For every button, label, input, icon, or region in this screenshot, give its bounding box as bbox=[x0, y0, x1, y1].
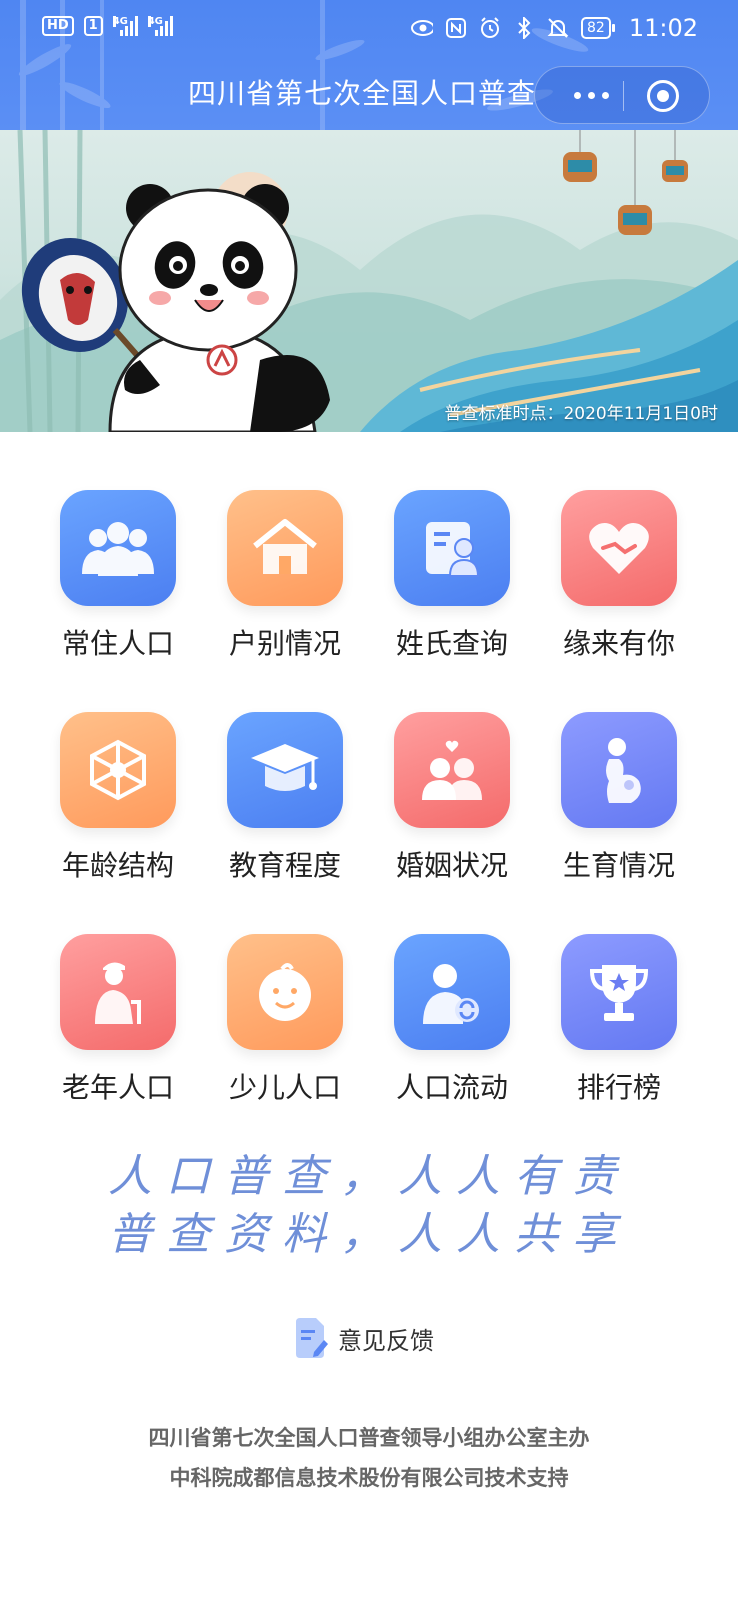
banner-illustration bbox=[0, 130, 738, 432]
baby-face-icon bbox=[227, 934, 343, 1050]
grid-item-children-population[interactable]: 少儿人口 bbox=[215, 934, 355, 1104]
grid-item-matchmaking[interactable]: 缘来有你 bbox=[549, 490, 689, 660]
clock: 11:02 bbox=[628, 14, 698, 42]
grid-item-elderly-population[interactable]: 老年人口 bbox=[48, 934, 188, 1104]
couple-icon bbox=[394, 712, 510, 828]
sichuan-opera-masks bbox=[563, 130, 688, 235]
trophy-icon bbox=[561, 934, 677, 1050]
nfc-icon bbox=[445, 17, 467, 39]
mute-icon bbox=[547, 17, 569, 39]
grid-item-label: 教育程度 bbox=[228, 849, 341, 882]
grid-item-marital-status[interactable]: 婚姻状况 bbox=[382, 712, 522, 882]
grid-item-label: 常住人口 bbox=[61, 627, 174, 660]
page-title: 四川省第七次全国人口普查 bbox=[188, 77, 537, 110]
grid-item-label: 缘来有你 bbox=[562, 627, 675, 660]
sim-badge: 1 bbox=[83, 16, 103, 36]
pregnant-icon bbox=[561, 712, 677, 828]
more-icon[interactable] bbox=[561, 77, 621, 113]
heart-hands-icon bbox=[561, 490, 677, 606]
hero-banner: 普查标准时点：2020年11月1日0时 bbox=[0, 130, 738, 432]
grid-item-age-structure[interactable]: 年龄结构 bbox=[48, 712, 188, 882]
grid-item-resident-population[interactable]: 常住人口 bbox=[48, 490, 188, 660]
house-icon bbox=[227, 490, 343, 606]
grid-item-label: 人口流动 bbox=[395, 1071, 508, 1104]
people-group-icon bbox=[60, 490, 176, 606]
feedback-label: 意见反馈 bbox=[338, 1326, 434, 1355]
grid-item-household[interactable]: 户别情况 bbox=[215, 490, 355, 660]
grid-item-population-mobility[interactable]: 人口流动 bbox=[382, 934, 522, 1104]
grid-item-fertility[interactable]: 生育情况 bbox=[549, 712, 689, 882]
id-card-icon bbox=[394, 490, 510, 606]
grid-item-label: 年龄结构 bbox=[61, 849, 174, 882]
grid-item-label: 户别情况 bbox=[228, 627, 341, 660]
status-bar: HD 1 4G 4G 82 11:02 bbox=[0, 8, 738, 48]
census-slogan: 人口普查，人人有责 普查资料，人人共享 bbox=[0, 1148, 738, 1264]
slogan-line: 人口普查，人人有责 bbox=[108, 1151, 630, 1202]
elderly-icon bbox=[60, 934, 176, 1050]
miniprogram-capsule bbox=[534, 66, 710, 124]
network-icon bbox=[60, 712, 176, 828]
grid-item-surname-search[interactable]: 姓氏查询 bbox=[382, 490, 522, 660]
person-sync-icon bbox=[394, 934, 510, 1050]
feedback-link[interactable]: 意见反馈 bbox=[294, 1316, 434, 1360]
grid-item-label: 老年人口 bbox=[61, 1071, 174, 1104]
capsule-divider bbox=[623, 81, 624, 111]
footer-credits: 四川省第七次全国人口普查领导小组办公室主办 中科院成都信息技术股份有限公司技术支… bbox=[0, 1418, 738, 1498]
graduation-cap-icon bbox=[227, 712, 343, 828]
network-type-label: 4G bbox=[112, 16, 128, 27]
grid-item-label: 生育情况 bbox=[562, 849, 675, 882]
signal-icon: 4G bbox=[112, 16, 138, 36]
grid-item-label: 少儿人口 bbox=[228, 1071, 341, 1104]
grid-item-label: 姓氏查询 bbox=[395, 627, 508, 660]
hd-badge: HD bbox=[42, 16, 74, 36]
network-type-label: 4G bbox=[147, 16, 163, 27]
close-target-icon[interactable] bbox=[647, 80, 679, 112]
grid-item-label: 排行榜 bbox=[576, 1071, 661, 1104]
signal-icon: 4G bbox=[147, 16, 173, 36]
app-header: HD 1 4G 4G 82 11:02 四川省第七次全国人口普查 bbox=[0, 0, 738, 130]
eye-icon bbox=[411, 17, 433, 39]
bluetooth-icon bbox=[513, 17, 535, 39]
grid-item-rankings[interactable]: 排行榜 bbox=[549, 934, 689, 1104]
footer-organizer: 四川省第七次全国人口普查领导小组办公室主办 bbox=[148, 1426, 590, 1450]
feedback-doc-icon bbox=[294, 1318, 328, 1358]
battery-icon: 82 bbox=[581, 17, 615, 39]
grid-item-education[interactable]: 教育程度 bbox=[215, 712, 355, 882]
alarm-icon bbox=[479, 17, 501, 39]
footer-tech-support: 中科院成都信息技术股份有限公司技术支持 bbox=[169, 1466, 569, 1490]
slogan-line: 普查资料，人人共享 bbox=[108, 1209, 630, 1260]
census-time-caption: 普查标准时点：2020年11月1日0时 bbox=[444, 404, 718, 424]
grid-item-label: 婚姻状况 bbox=[395, 849, 508, 882]
